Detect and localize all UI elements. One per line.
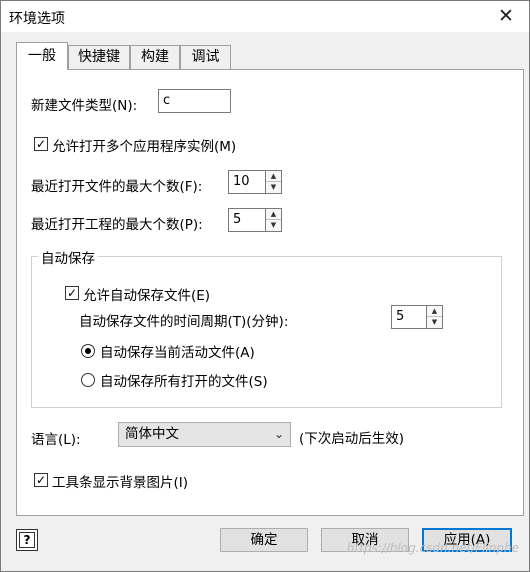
autosave-enable-checkbox[interactable]: ✓ bbox=[65, 286, 79, 300]
help-button[interactable]: ? bbox=[16, 529, 38, 551]
close-icon[interactable]: ✕ bbox=[493, 5, 519, 27]
allow-multi-instance-label: 允许打开多个应用程序实例(M) bbox=[52, 139, 237, 155]
autosave-all-label: 自动保存所有打开的文件(S) bbox=[100, 374, 268, 390]
ok-button[interactable]: 确定 bbox=[220, 528, 308, 552]
tab-general[interactable]: 一般 bbox=[16, 42, 68, 70]
language-select[interactable]: 简体中文 ⌄ bbox=[118, 422, 291, 447]
dialog-title: 环境选项 bbox=[9, 11, 65, 27]
recent-files-label: 最近打开文件的最大个数(F): bbox=[31, 179, 203, 195]
language-select-value: 简体中文 bbox=[125, 426, 179, 442]
recent-files-input[interactable]: 10 bbox=[228, 170, 266, 194]
new-file-type-label: 新建文件类型(N): bbox=[31, 98, 138, 114]
spin-down-icon[interactable]: ▼ bbox=[427, 317, 442, 328]
tab-build[interactable]: 构建 bbox=[130, 45, 180, 69]
tab-build-label: 构建 bbox=[141, 49, 169, 65]
spin-down-icon[interactable]: ▼ bbox=[266, 182, 281, 193]
recent-projects-spinner[interactable]: ▲ ▼ bbox=[265, 208, 282, 232]
spin-down-icon[interactable]: ▼ bbox=[266, 220, 281, 231]
autosave-period-spinner[interactable]: ▲ ▼ bbox=[426, 305, 443, 329]
watermark-text: https://blog.csdn.net/Flinphe bbox=[346, 541, 519, 555]
tab-general-label: 一般 bbox=[28, 48, 56, 64]
toolbar-background-checkbox[interactable]: ✓ bbox=[34, 473, 48, 487]
tab-debug[interactable]: 调试 bbox=[180, 45, 231, 69]
spin-up-icon[interactable]: ▲ bbox=[427, 306, 442, 317]
tab-shortcuts[interactable]: 快捷键 bbox=[68, 45, 130, 69]
recent-files-spinner[interactable]: ▲ ▼ bbox=[265, 170, 282, 194]
autosave-current-label: 自动保存当前活动文件(A) bbox=[100, 345, 255, 361]
autosave-period-label: 自动保存文件的时间周期(T)(分钟): bbox=[79, 314, 289, 330]
title-bar: 环境选项 ✕ bbox=[1, 1, 529, 32]
language-label: 语言(L): bbox=[31, 432, 81, 448]
allow-multi-instance-checkbox[interactable]: ✓ bbox=[34, 137, 48, 151]
recent-projects-input[interactable]: 5 bbox=[228, 208, 266, 232]
new-file-type-input[interactable]: c bbox=[158, 89, 231, 113]
environment-options-dialog: 环境选项 ✕ 一般 快捷键 构建 调试 新建文件类型(N): c ✓ 允许打开多… bbox=[0, 0, 530, 572]
recent-projects-label: 最近打开工程的最大个数(P): bbox=[31, 217, 203, 233]
chevron-down-icon: ⌄ bbox=[273, 427, 284, 441]
spin-up-icon[interactable]: ▲ bbox=[266, 171, 281, 182]
autosave-enable-label: 允许自动保存文件(E) bbox=[83, 288, 211, 304]
autosave-current-radio[interactable] bbox=[81, 344, 95, 358]
autosave-all-radio[interactable] bbox=[81, 373, 95, 387]
tab-shortcuts-label: 快捷键 bbox=[78, 49, 120, 65]
help-icon: ? bbox=[19, 532, 35, 548]
spin-up-icon[interactable]: ▲ bbox=[266, 209, 281, 220]
toolbar-background-label: 工具条显示背景图片(I) bbox=[52, 475, 189, 491]
autosave-group-title: 自动保存 bbox=[38, 247, 98, 267]
autosave-period-input[interactable]: 5 bbox=[391, 305, 427, 329]
language-hint: (下次启动后生效) bbox=[299, 431, 405, 447]
tab-debug-label: 调试 bbox=[191, 49, 220, 65]
